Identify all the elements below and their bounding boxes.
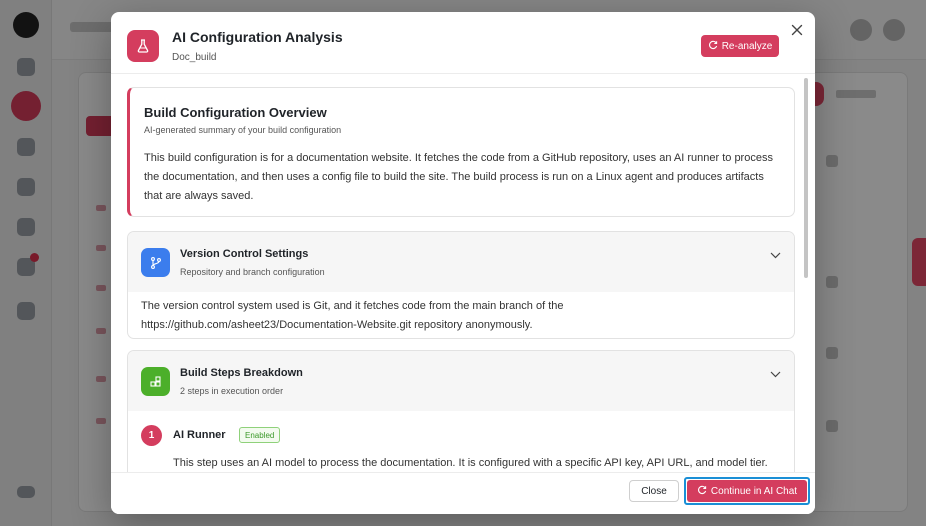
overview-title: Build Configuration Overview — [144, 105, 327, 120]
chevron-down-icon[interactable] — [768, 248, 782, 262]
continue-in-ai-chat-button[interactable]: Continue in AI Chat — [687, 480, 807, 502]
build-steps-subtitle: 2 steps in execution order — [180, 386, 284, 396]
flask-icon — [127, 30, 159, 62]
step-number: 1 — [141, 425, 162, 446]
version-control-subtitle: Repository and branch configuration — [180, 267, 325, 277]
reanalyze-label: Re-analyze — [721, 40, 773, 52]
dialog-subtitle: Doc_build — [172, 52, 217, 63]
branch-icon — [141, 248, 170, 277]
overview-subtitle: AI-generated summary of your build confi… — [144, 125, 342, 135]
build-steps-section: Build Steps Breakdown 2 steps in executi… — [127, 350, 795, 472]
dialog-title: AI Configuration Analysis — [172, 29, 343, 45]
ai-analysis-dialog: AI Configuration Analysis Doc_build Re-a… — [111, 12, 815, 514]
close-icon[interactable] — [789, 22, 805, 38]
close-button[interactable]: Close — [629, 480, 679, 502]
chevron-down-icon[interactable] — [768, 367, 782, 381]
dialog-footer: Close Continue in AI Chat — [111, 472, 815, 514]
step-name: AI Runner — [173, 429, 226, 441]
blocks-icon — [141, 367, 170, 396]
refresh-icon — [708, 40, 718, 53]
step-description: This step uses an AI model to process th… — [173, 457, 768, 469]
scrollbar-thumb[interactable] — [804, 78, 808, 278]
version-control-header[interactable]: Version Control Settings Repository and … — [128, 232, 794, 292]
chat-button-label: Continue in AI Chat — [710, 485, 798, 497]
version-control-text: The version control system used is Git, … — [141, 300, 564, 331]
dialog-body[interactable]: Build Configuration Overview AI-generate… — [111, 74, 815, 472]
build-steps-header[interactable]: Build Steps Breakdown 2 steps in executi… — [128, 351, 794, 411]
overview-text: This build configuration is for a docume… — [144, 152, 773, 202]
dialog-header: AI Configuration Analysis Doc_build Re-a… — [111, 12, 815, 74]
version-control-title: Version Control Settings — [180, 248, 309, 260]
status-badge: Enabled — [239, 427, 281, 443]
build-steps-title: Build Steps Breakdown — [180, 367, 303, 379]
chat-icon — [697, 485, 707, 498]
overview-card: Build Configuration Overview AI-generate… — [127, 87, 795, 217]
version-control-section: Version Control Settings Repository and … — [127, 231, 795, 339]
reanalyze-button[interactable]: Re-analyze — [701, 35, 779, 57]
